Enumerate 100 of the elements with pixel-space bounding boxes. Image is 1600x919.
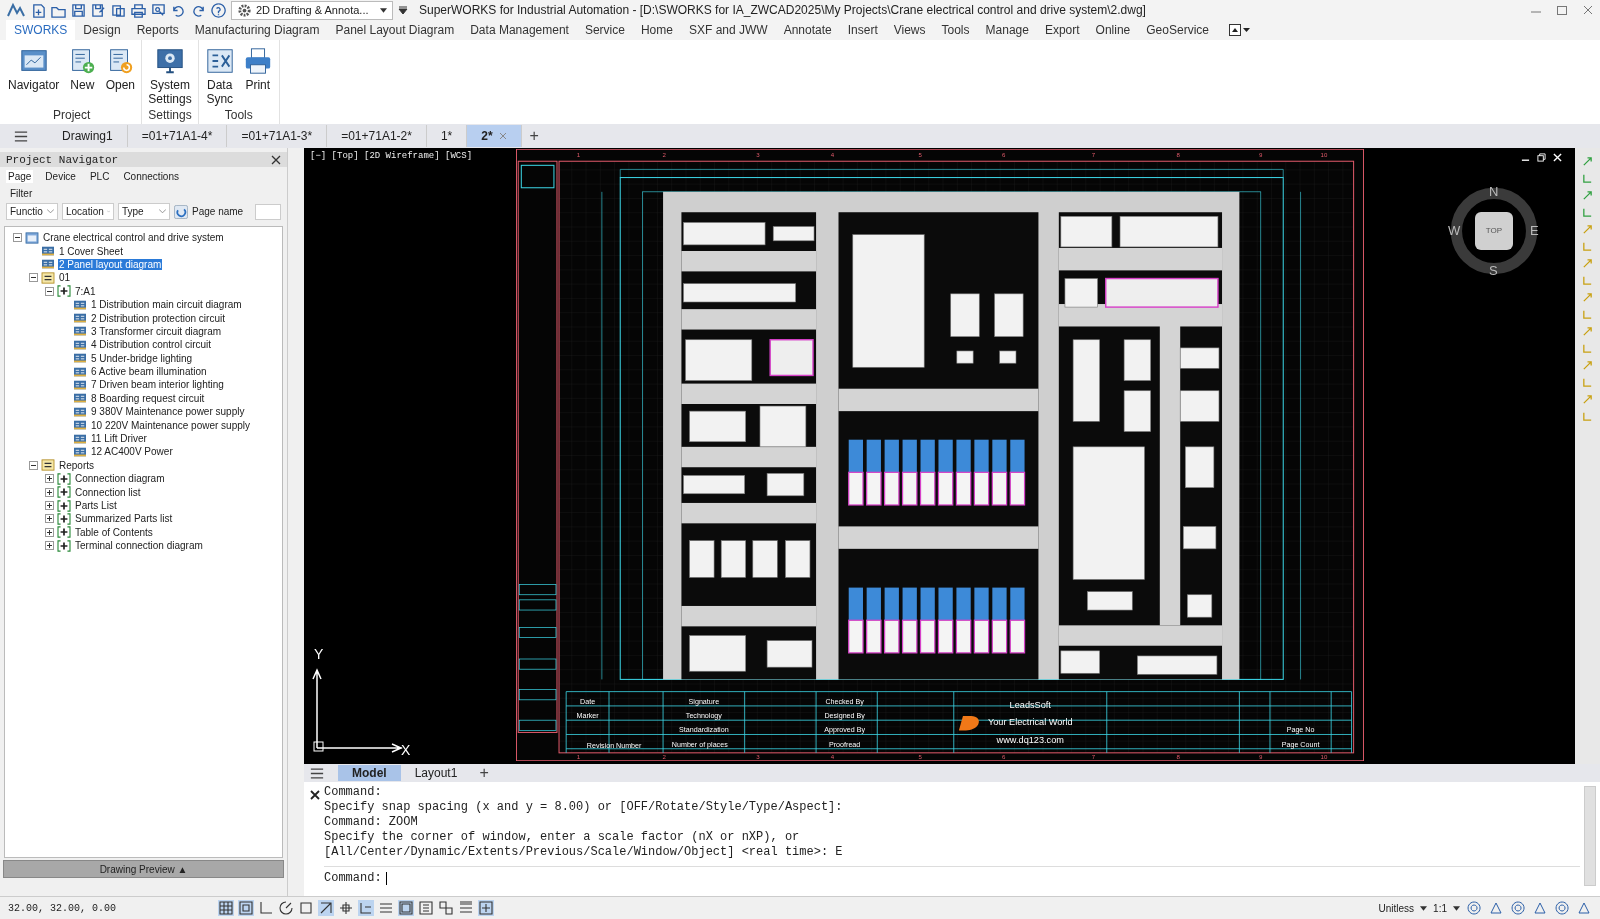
ribbon-tab[interactable]: SWORKS: [6, 20, 76, 40]
status-tool-icon[interactable]: [1466, 900, 1482, 916]
status-toggle-icon[interactable]: [238, 900, 254, 916]
ribbon-tab[interactable]: Tools: [933, 20, 978, 40]
status-tool-icon[interactable]: [1488, 900, 1504, 916]
viewport-label[interactable]: [−] [Top] [2D Wireframe] [WCS]: [310, 151, 473, 161]
layout-tab[interactable]: Model: [338, 765, 401, 781]
ribbon-tab[interactable]: Home: [632, 20, 681, 40]
publish-icon[interactable]: [111, 2, 126, 18]
ribbon-tab[interactable]: Design: [75, 20, 129, 40]
status-tool-icon[interactable]: [1554, 900, 1570, 916]
compass-west[interactable]: W: [1448, 224, 1461, 237]
compass-north[interactable]: N: [1489, 185, 1499, 198]
help-icon[interactable]: [211, 2, 226, 18]
status-toggle-icon[interactable]: [318, 900, 334, 916]
expand-icon[interactable]: [45, 487, 54, 497]
command-input[interactable]: Command:: [324, 866, 1580, 885]
snap-tool-icon[interactable]: [1582, 190, 1593, 201]
caret-icon[interactable]: [1453, 905, 1460, 911]
status-toggle-icon[interactable]: [218, 900, 234, 916]
ribbon-tab[interactable]: Insert: [839, 20, 886, 40]
status-toggle-icon[interactable]: [438, 900, 454, 916]
tree-item[interactable]: Terminal connection diagram: [74, 540, 204, 552]
tree-item[interactable]: 7 Driven beam interior lighting: [90, 379, 225, 391]
ribbon-tab[interactable]: Data Management: [462, 20, 577, 40]
filter-dropdown[interactable]: Type: [118, 203, 170, 220]
document-tab[interactable]: =01+71A1-2*: [327, 125, 427, 147]
tree-item[interactable]: 12 AC400V Power: [90, 446, 174, 458]
ribbon-tab[interactable]: Views: [885, 20, 934, 40]
status-toggle-icon[interactable]: [398, 900, 414, 916]
status-tool-icon[interactable]: [1510, 900, 1526, 916]
ribbon-tab[interactable]: Service: [576, 20, 633, 40]
restore-icon[interactable]: [1537, 153, 1546, 162]
menu-icon[interactable]: [310, 767, 324, 779]
saveas-icon[interactable]: [91, 2, 106, 18]
document-tab[interactable]: =01+71A1-3*: [227, 125, 328, 147]
units-dropdown[interactable]: Unitless: [1378, 902, 1415, 914]
compass-east[interactable]: E: [1530, 224, 1539, 237]
tree-item[interactable]: 11 Lift Driver: [90, 433, 148, 445]
tree-item[interactable]: 2 Panel layout diagram: [58, 258, 163, 270]
status-tool-icon[interactable]: [1576, 900, 1592, 916]
tree-item[interactable]: 2 Distribution protection circuit: [90, 312, 226, 324]
status-toggle-icon[interactable]: [378, 900, 394, 916]
tree-item[interactable]: 1 Distribution main circuit diagram: [90, 299, 243, 311]
ribbon-toggle-icon[interactable]: [1229, 24, 1251, 36]
ribbon-tab[interactable]: SXF and JWW: [680, 20, 776, 40]
annotation-scale-dropdown[interactable]: 1:1: [1433, 902, 1447, 914]
tree-item[interactable]: 6 Active beam illumination: [90, 366, 208, 378]
tree-item[interactable]: 10 220V Maintenance power supply: [90, 419, 251, 431]
compass-south[interactable]: S: [1489, 264, 1498, 277]
filter-dropdown[interactable]: Location: [62, 203, 114, 220]
ribbon-tab[interactable]: Manufacturing Diagram: [186, 20, 328, 40]
collapse-icon[interactable]: [29, 273, 38, 283]
preview-icon[interactable]: [151, 2, 166, 18]
document-tab[interactable]: =01+71A1-4*: [127, 125, 228, 147]
ribbon-tab[interactable]: Manage: [977, 20, 1037, 40]
tree-item[interactable]: Connection diagram: [74, 473, 166, 485]
view-cube-top[interactable]: TOP: [1475, 212, 1513, 250]
tree-item[interactable]: 1 Cover Sheet: [58, 245, 124, 257]
ribbon-button[interactable]: Print: [239, 44, 276, 108]
page-name-field[interactable]: [255, 203, 281, 220]
ribbon-button[interactable]: New: [64, 44, 101, 108]
status-toggle-icon[interactable]: [478, 900, 494, 916]
tree-item[interactable]: 01: [58, 272, 72, 284]
new-icon[interactable]: [31, 2, 46, 18]
panel-tab[interactable]: Device: [43, 170, 78, 183]
tree-item[interactable]: Parts List: [74, 500, 118, 511]
panel-tab[interactable]: Connections: [121, 170, 181, 183]
tree-item[interactable]: Table of Contents: [74, 526, 154, 538]
tree-item[interactable]: Crane electrical control and drive system: [42, 232, 225, 244]
ribbon-tab[interactable]: Panel Layout Diagram: [327, 20, 463, 40]
tree-item[interactable]: 7:A1: [74, 285, 97, 297]
status-toggle-icon[interactable]: [258, 900, 274, 916]
workspace-dropdown[interactable]: 2D Drafting & Annota...: [231, 0, 393, 20]
document-tab[interactable]: 2*: [467, 125, 522, 147]
print-icon[interactable]: [131, 2, 146, 18]
expand-icon[interactable]: [45, 474, 54, 484]
ribbon-button[interactable]: Open: [102, 44, 139, 108]
drawing-preview-button[interactable]: Drawing Preview ▲: [3, 860, 284, 878]
maximize-icon[interactable]: [1556, 4, 1568, 16]
tree-item[interactable]: 9 380V Maintenance power supply: [90, 406, 246, 418]
close-icon[interactable]: [271, 154, 281, 165]
filter-dropdown[interactable]: Functio: [6, 203, 58, 220]
expand-icon[interactable]: [45, 514, 54, 524]
customize-icon[interactable]: [398, 5, 408, 15]
collapse-icon[interactable]: [13, 233, 22, 243]
tree-item[interactable]: Reports: [58, 459, 95, 471]
scrollbar[interactable]: [1584, 786, 1596, 886]
status-toggle-icon[interactable]: [298, 900, 314, 916]
status-tool-icon[interactable]: [1532, 900, 1548, 916]
refresh-icon[interactable]: [174, 204, 188, 219]
ribbon-tab[interactable]: GeoService: [1138, 20, 1217, 40]
expand-icon[interactable]: [45, 541, 54, 551]
panel-tab[interactable]: PLC: [87, 170, 112, 183]
ribbon-tab[interactable]: Reports: [128, 20, 187, 40]
collapse-icon[interactable]: [29, 460, 38, 470]
expand-icon[interactable]: [45, 501, 54, 510]
caret-icon[interactable]: [1420, 905, 1428, 911]
layout-tab[interactable]: Layout1: [400, 765, 472, 781]
status-toggle-icon[interactable]: [458, 900, 474, 916]
